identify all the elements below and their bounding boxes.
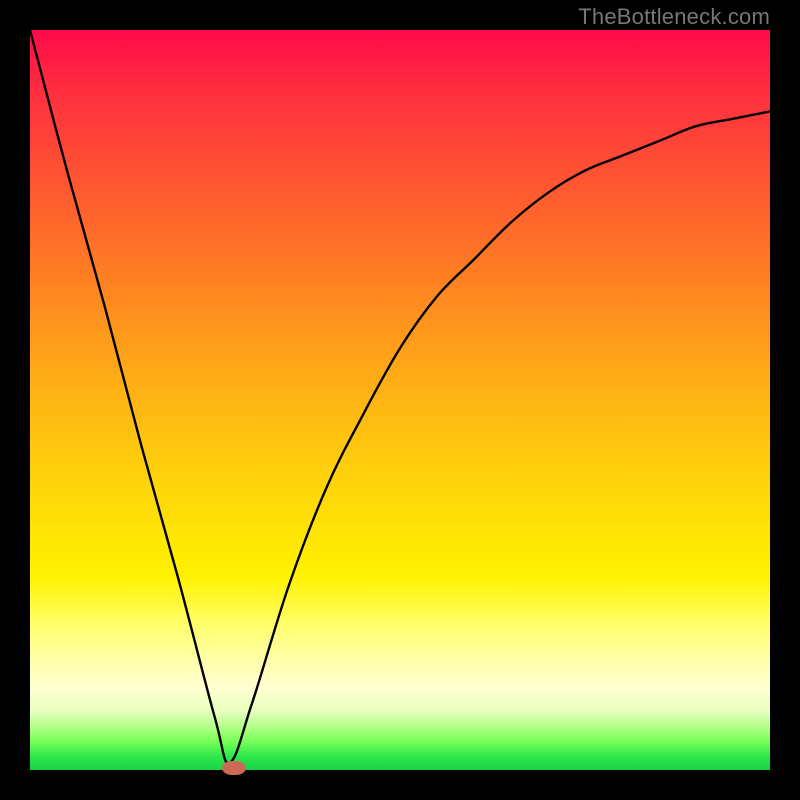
- chart-frame: TheBottleneck.com: [0, 0, 800, 800]
- bottleneck-curve: [30, 30, 770, 763]
- minimum-marker: [222, 761, 246, 775]
- watermark-text: TheBottleneck.com: [578, 4, 770, 30]
- curve-layer: [30, 30, 770, 770]
- plot-area: [30, 30, 770, 770]
